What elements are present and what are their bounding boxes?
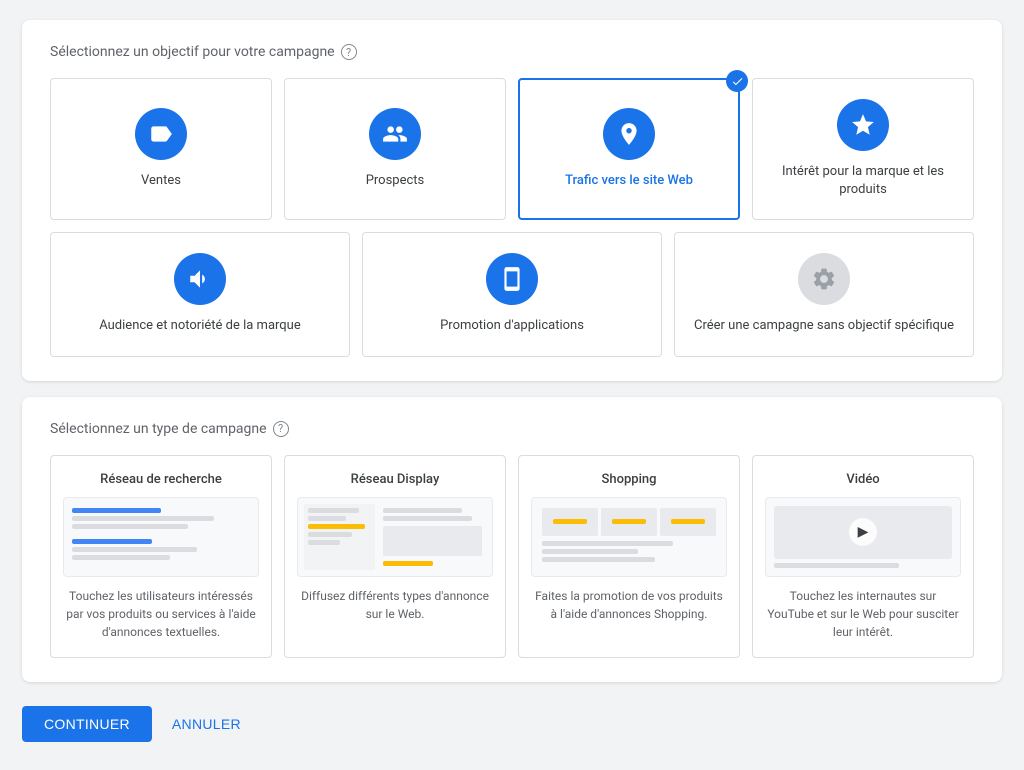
- objectives-grid-row2: Audience et notoriété de la marque Promo…: [50, 232, 974, 356]
- objective-audience[interactable]: Audience et notoriété de la marque: [50, 232, 350, 356]
- audience-label: Audience et notoriété de la marque: [99, 317, 301, 335]
- campaign-type-section: Sélectionnez un type de campagne ? Résea…: [22, 397, 1002, 682]
- apps-label: Promotion d'applications: [440, 317, 584, 335]
- section2-title: Sélectionnez un type de campagne ?: [50, 421, 974, 437]
- objective-trafic[interactable]: Trafic vers le site Web: [518, 78, 740, 220]
- help-icon-types[interactable]: ?: [273, 421, 289, 437]
- search-type-desc: Touchez les utilisateurs intéressés par …: [63, 587, 259, 641]
- video-type-desc: Touchez les internautes sur YouTube et s…: [765, 587, 961, 641]
- objective-apps[interactable]: Promotion d'applications: [362, 232, 662, 356]
- video-mock-visual: ▶: [765, 497, 961, 577]
- apps-icon-circle: [486, 253, 538, 305]
- shopping-type-title: Shopping: [531, 472, 727, 487]
- video-type-title: Vidéo: [765, 472, 961, 487]
- help-icon-objectives[interactable]: ?: [341, 44, 357, 60]
- section2-title-text: Sélectionnez un type de campagne: [50, 421, 267, 437]
- campaign-type-search[interactable]: Réseau de recherche Touchez les utilisat…: [50, 455, 272, 658]
- objective-sans-objectif[interactable]: Créer une campagne sans objectif spécifi…: [674, 232, 974, 356]
- sans-objectif-label: Créer une campagne sans objectif spécifi…: [694, 317, 954, 335]
- trafic-icon-circle: [603, 108, 655, 160]
- play-icon: ▶: [849, 518, 877, 546]
- campaign-type-display[interactable]: Réseau Display: [284, 455, 506, 658]
- interet-icon-circle: [837, 99, 889, 151]
- objective-interet[interactable]: Intérêt pour la marque et les produits: [752, 78, 974, 220]
- search-mock-visual: [63, 497, 259, 577]
- search-type-title: Réseau de recherche: [63, 472, 259, 487]
- ventes-icon-circle: [135, 108, 187, 160]
- interet-label: Intérêt pour la marque et les produits: [765, 163, 961, 199]
- objective-section: Sélectionnez un objectif pour votre camp…: [22, 20, 1002, 381]
- ventes-label: Ventes: [141, 172, 181, 190]
- trafic-label: Trafic vers le site Web: [565, 172, 693, 190]
- section1-title: Sélectionnez un objectif pour votre camp…: [50, 44, 974, 60]
- shopping-type-desc: Faites la promotion de vos produits à l'…: [531, 587, 727, 623]
- objective-ventes[interactable]: Ventes: [50, 78, 272, 220]
- campaign-type-shopping[interactable]: Shopping Faites la promotion de vos prod…: [518, 455, 740, 658]
- trafic-check-badge: [726, 70, 748, 92]
- campaign-types-grid: Réseau de recherche Touchez les utilisat…: [50, 455, 974, 658]
- audience-icon-circle: [174, 253, 226, 305]
- display-type-title: Réseau Display: [297, 472, 493, 487]
- sans-objectif-icon-circle: [798, 253, 850, 305]
- prospects-icon-circle: [369, 108, 421, 160]
- prospects-label: Prospects: [366, 172, 425, 190]
- objective-prospects[interactable]: Prospects: [284, 78, 506, 220]
- display-type-desc: Diffusez différents types d'annonce sur …: [297, 587, 493, 623]
- shopping-mock-visual: [531, 497, 727, 577]
- campaign-type-video[interactable]: Vidéo ▶ Touchez les internautes sur YouT…: [752, 455, 974, 658]
- objectives-grid-row1: Ventes Prospects: [50, 78, 974, 220]
- display-mock-visual: [297, 497, 493, 577]
- page-wrapper: Sélectionnez un objectif pour votre camp…: [22, 20, 1002, 750]
- section1-title-text: Sélectionnez un objectif pour votre camp…: [50, 44, 335, 60]
